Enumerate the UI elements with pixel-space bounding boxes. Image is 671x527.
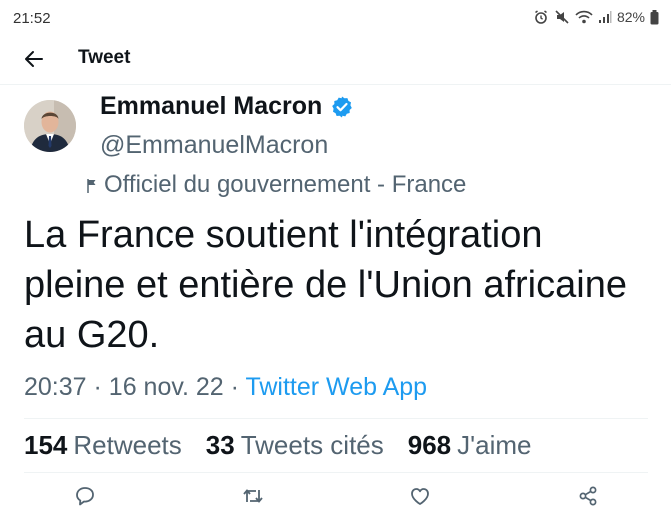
battery-icon [650,9,659,25]
author-name-row: Emmanuel Macron [100,92,354,121]
tweet-date[interactable]: 16 nov. 22 [109,373,224,401]
back-arrow-icon[interactable] [22,47,46,71]
alarm-icon [533,9,549,25]
affiliation-text: Officiel du gouvernement - France [104,171,467,198]
tweet-text: La France soutient l'intégration pleine … [24,214,627,356]
author-name[interactable]: Emmanuel Macron [100,92,322,121]
tweet-stats: 154 Retweets 33 Tweets cités 968 J'aime [24,430,555,461]
action-bar [0,476,671,516]
signal-icon [598,10,612,24]
quotes-stat[interactable]: 33 Tweets cités [206,430,384,461]
reply-icon[interactable] [74,485,96,507]
quotes-label: Tweets cités [240,430,384,460]
retweet-icon[interactable] [242,485,264,507]
top-bar: Tweet [0,36,671,82]
likes-stat[interactable]: 968 J'aime [408,430,532,461]
tweet-time[interactable]: 20:37 [24,373,87,401]
affiliation-label: Officiel du gouvernement - France [86,171,466,199]
wifi-icon [575,9,593,25]
status-time: 21:52 [13,10,51,27]
quotes-count: 33 [205,430,235,460]
meta-separator: · [230,373,239,401]
page-title: Tweet [78,47,131,68]
author-handle[interactable]: @EmmanuelMacron [100,131,328,160]
flag-icon [86,176,100,194]
divider [24,418,648,419]
like-icon[interactable] [409,485,431,507]
mute-icon [554,9,570,25]
retweets-stat[interactable]: 154 Retweets [24,430,182,461]
meta-separator: · [93,373,102,401]
battery-text: 82% [616,9,645,25]
likes-label: J'aime [457,430,532,460]
divider [24,472,648,473]
share-icon[interactable] [577,485,599,507]
status-bar: 21:52 82% [0,0,671,36]
likes-count: 968 [407,430,452,460]
status-icons: 82% [533,9,659,25]
retweets-label: Retweets [73,430,182,460]
retweets-count: 154 [24,430,68,460]
divider [0,84,671,85]
tweet-meta: 20:37 · 16 nov. 22 · Twitter Web App [24,373,427,402]
verified-badge-icon [330,95,354,119]
tweet-source-link[interactable]: Twitter Web App [245,373,427,401]
avatar[interactable] [24,100,76,152]
